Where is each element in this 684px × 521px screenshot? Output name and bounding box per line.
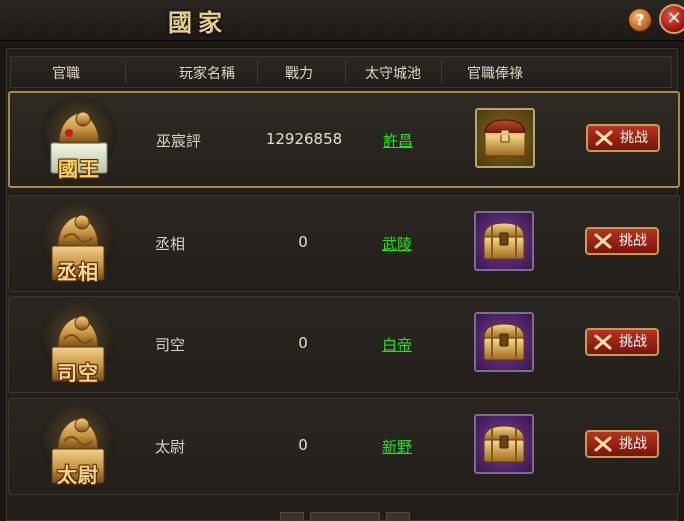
treasure-chest-icon	[481, 116, 529, 160]
treasure-chest-icon	[480, 422, 528, 466]
rank-title: 太尉	[57, 463, 99, 487]
window-title: 國家	[168, 8, 228, 37]
city-link[interactable]: 白帝	[382, 334, 412, 355]
header-salary: 官職俸祿	[467, 66, 523, 82]
pager-next-button[interactable]	[386, 512, 410, 521]
header-rank: 官職	[52, 66, 80, 82]
challenge-label: 挑战	[619, 436, 647, 452]
table-row: 司空 司空 0 白帝 挑战	[8, 296, 680, 393]
header-divider	[345, 61, 346, 83]
challenge-label: 挑战	[619, 233, 647, 249]
crossed-swords-icon	[594, 334, 612, 350]
close-button[interactable]: ✕	[659, 4, 684, 34]
player-name: 太尉	[155, 438, 186, 456]
player-name: 巫宸評	[156, 132, 202, 150]
header-power: 戰力	[285, 66, 313, 82]
title-bar: 國家 ? ✕	[0, 0, 684, 41]
table-row: 國王 巫宸評 12926858 許昌 挑战	[8, 91, 680, 188]
challenge-button[interactable]: 挑战	[585, 328, 659, 356]
header-divider	[257, 61, 258, 83]
crossed-swords-icon	[594, 436, 612, 452]
header-player: 玩家名稱	[179, 66, 235, 82]
table-row: 丞相 丞相 0 武陵 挑战	[8, 195, 680, 292]
challenge-label: 挑战	[620, 130, 648, 146]
header-divider	[441, 61, 442, 83]
table-header: 官職 玩家名稱 戰力 太守城池 官職俸祿	[10, 56, 672, 88]
power-value: 0	[298, 233, 308, 251]
challenge-button[interactable]: 挑战	[585, 227, 659, 255]
crossed-swords-icon	[595, 130, 613, 146]
reward-chest-button[interactable]	[474, 211, 534, 271]
challenge-button[interactable]: 挑战	[586, 124, 660, 152]
rank-title: 國王	[58, 157, 100, 181]
reward-chest-button[interactable]	[475, 108, 535, 168]
treasure-chest-icon	[480, 219, 528, 263]
reward-chest-button[interactable]	[474, 414, 534, 474]
player-name: 司空	[155, 336, 186, 354]
pager-prev-button[interactable]	[280, 512, 304, 521]
city-link[interactable]: 許昌	[383, 130, 413, 151]
power-value: 12926858	[265, 130, 343, 148]
rank-title: 司空	[57, 361, 99, 385]
pager-display	[310, 512, 380, 521]
rank-title: 丞相	[57, 260, 99, 284]
reward-chest-button[interactable]	[474, 312, 534, 372]
challenge-label: 挑战	[619, 334, 647, 350]
crossed-swords-icon	[594, 233, 612, 249]
player-name: 丞相	[155, 235, 186, 253]
power-value: 0	[298, 436, 308, 454]
challenge-button[interactable]: 挑战	[585, 430, 659, 458]
power-value: 0	[298, 334, 308, 352]
city-link[interactable]: 新野	[382, 436, 412, 457]
help-button[interactable]: ?	[628, 8, 652, 32]
header-divider	[125, 61, 126, 83]
city-link[interactable]: 武陵	[382, 233, 412, 254]
header-city: 太守城池	[365, 66, 421, 82]
treasure-chest-icon	[480, 320, 528, 364]
table-row: 太尉 太尉 0 新野 挑战	[8, 398, 680, 495]
